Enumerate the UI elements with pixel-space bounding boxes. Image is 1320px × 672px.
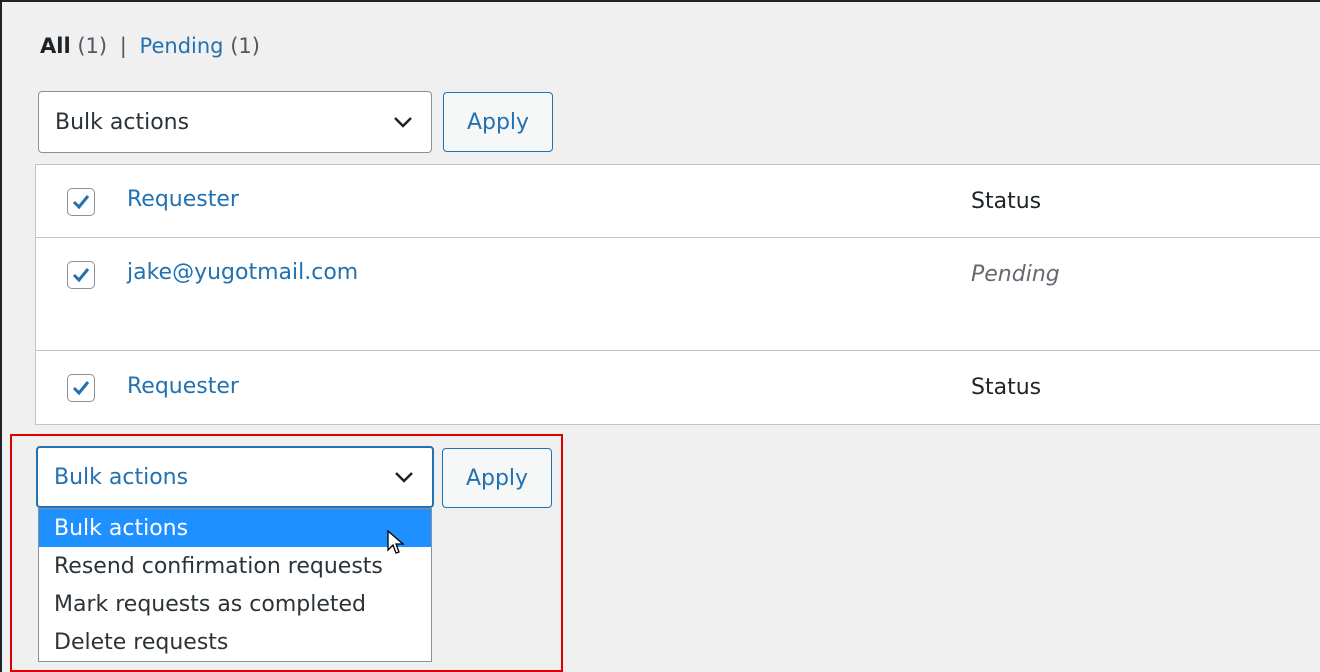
select-all-checkbox-bottom[interactable] <box>67 374 95 402</box>
filter-pending-count: (1) <box>230 34 260 58</box>
column-footer-status: Status <box>971 375 1042 400</box>
apply-button-bottom[interactable]: Apply <box>442 448 552 508</box>
dropdown-option-delete-requests[interactable]: Delete requests <box>39 623 431 661</box>
dropdown-option-bulk-actions[interactable]: Bulk actions <box>39 509 431 547</box>
requests-table: Requester Status jake@yugotmail.com Pend… <box>35 164 1320 425</box>
filter-pending-link[interactable]: Pending <box>140 34 224 58</box>
checkmark-icon <box>72 381 90 396</box>
table-header-row: Requester Status <box>36 165 1320 238</box>
select-all-checkbox-top[interactable] <box>67 188 95 216</box>
filter-separator: | <box>119 34 127 58</box>
bulk-actions-select-bottom-value: Bulk actions <box>54 464 189 490</box>
table-footer-row: Requester Status <box>36 351 1320 425</box>
bulk-actions-select-bottom[interactable]: Bulk actions <box>36 446 434 508</box>
requester-email-link[interactable]: jake@yugotmail.com <box>127 260 358 285</box>
request-status: Pending <box>971 262 1060 287</box>
checkmark-icon <box>72 195 90 210</box>
mouse-pointer-icon <box>387 530 405 554</box>
chevron-down-icon <box>394 117 412 128</box>
bulk-actions-select-top-value: Bulk actions <box>55 109 190 135</box>
apply-button-top[interactable]: Apply <box>443 92 553 152</box>
chevron-down-icon <box>395 472 413 483</box>
column-footer-requester[interactable]: Requester <box>127 374 239 399</box>
checkmark-icon <box>72 268 90 283</box>
filter-all-count: (1) <box>77 34 108 58</box>
bulk-actions-dropdown-list: Bulk actions Resend confirmation request… <box>38 508 432 662</box>
dropdown-option-mark-completed[interactable]: Mark requests as completed <box>39 585 431 623</box>
column-header-status: Status <box>971 189 1042 214</box>
status-filters: All (1) | Pending (1) <box>40 32 260 60</box>
row-checkbox[interactable] <box>67 261 95 289</box>
table-row: jake@yugotmail.com Pending <box>36 238 1320 351</box>
column-header-requester[interactable]: Requester <box>127 187 239 212</box>
dropdown-option-resend-confirmation[interactable]: Resend confirmation requests <box>39 547 431 585</box>
privacy-requests-page: All (1) | Pending (1) Bulk actions Apply… <box>0 0 1320 672</box>
filter-all-link[interactable]: All <box>40 34 71 58</box>
bulk-actions-select-top[interactable]: Bulk actions <box>38 91 432 153</box>
